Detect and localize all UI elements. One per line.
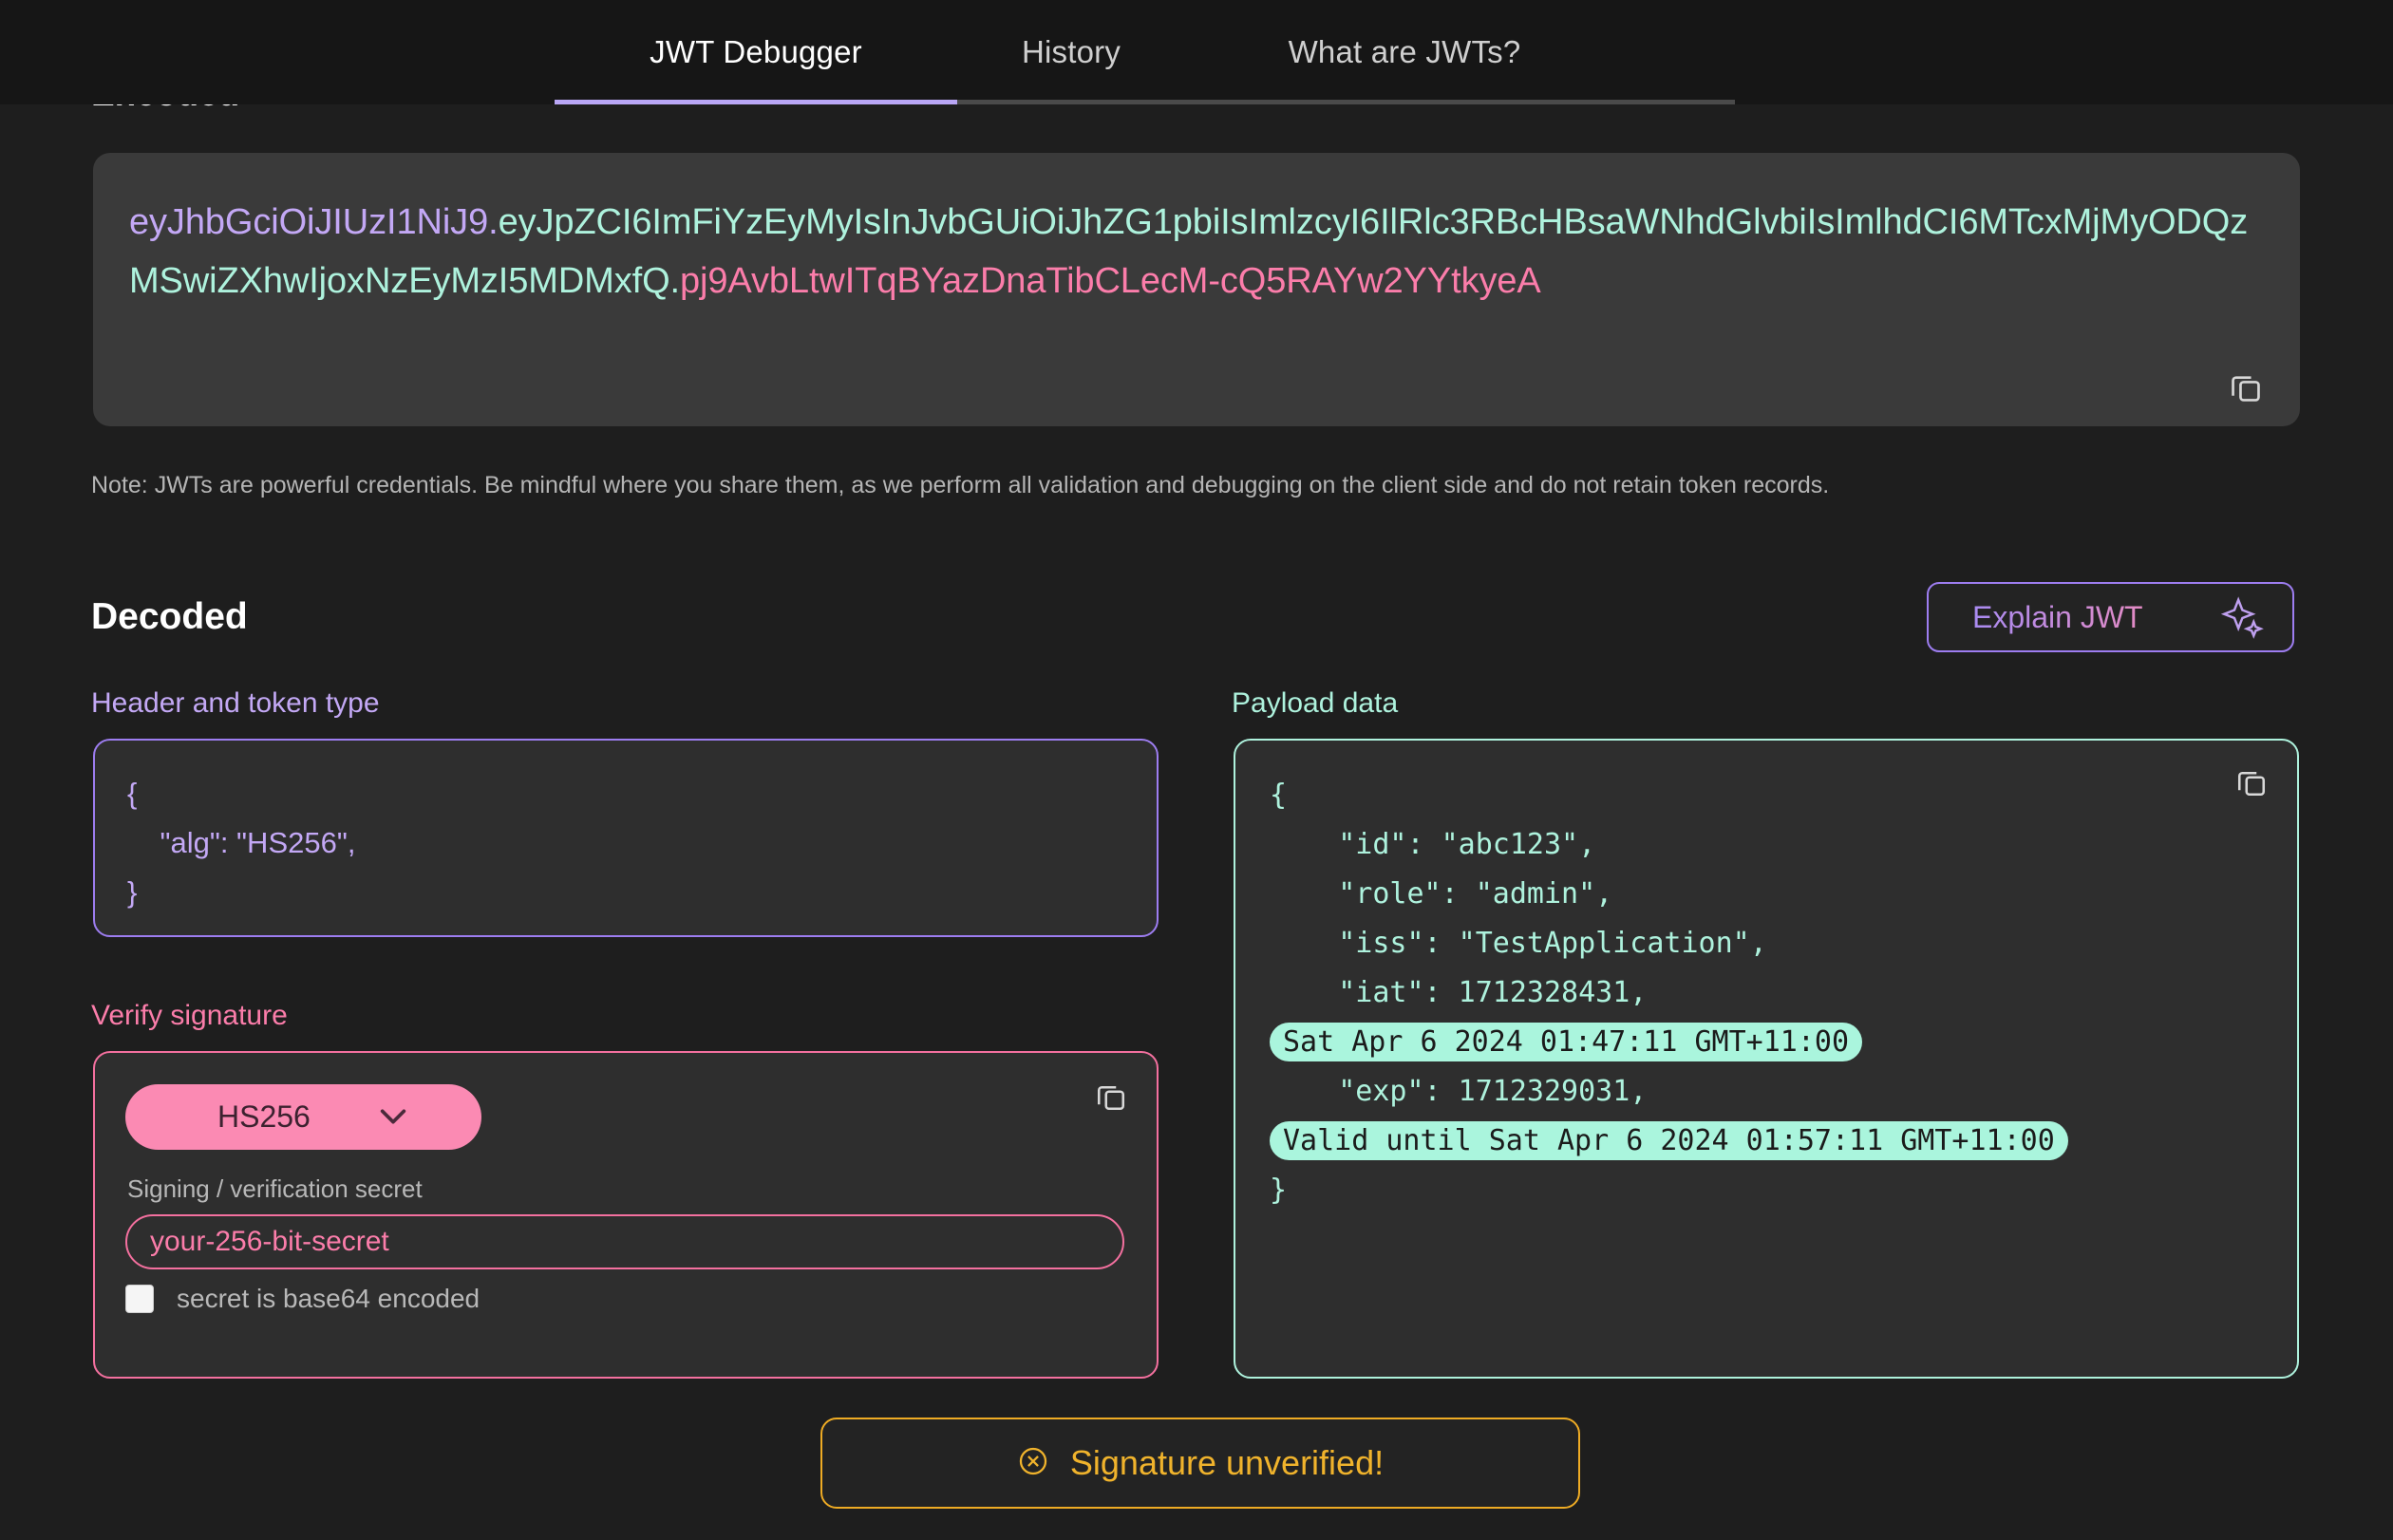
- base64-checkbox-row[interactable]: secret is base64 encoded: [125, 1284, 480, 1314]
- header-panel[interactable]: { "alg": "HS256", }: [93, 739, 1159, 937]
- active-tab-indicator: [555, 100, 957, 104]
- header-panel-label: Header and token type: [91, 687, 380, 719]
- verify-signature-panel: HS256 Signing / verification secret secr…: [93, 1051, 1159, 1379]
- circle-x-icon: [1017, 1445, 1049, 1482]
- secret-field-label: Signing / verification secret: [127, 1174, 423, 1203]
- base64-checkbox[interactable]: [125, 1285, 154, 1313]
- token-header-segment: eyJhbGciOiJIUzI1NiJ9.: [129, 202, 499, 242]
- explain-jwt-button[interactable]: Explain JWT: [1927, 582, 2294, 652]
- nav-underline: [555, 100, 1735, 104]
- payload-line: Valid until Sat Apr 6 2024 01:57:11 GMT+…: [1270, 1117, 2068, 1166]
- sparkle-icon: [2220, 595, 2264, 639]
- payload-line: "iss": "TestApplication",: [1270, 927, 1767, 960]
- timestamp-pill: Sat Apr 6 2024 01:47:11 GMT+11:00: [1270, 1023, 1863, 1061]
- payload-line: "id": "abc123",: [1270, 828, 1596, 861]
- payload-line: "role": "admin",: [1270, 877, 1613, 911]
- tab-what-are-jwts[interactable]: What are JWTs?: [1185, 0, 1624, 104]
- payload-line: {: [1270, 779, 1288, 812]
- encoded-token-box[interactable]: eyJhbGciOiJIUzI1NiJ9.eyJpZCI6ImFiYzEyMyI…: [93, 153, 2300, 426]
- payload-line: }: [1270, 1174, 1288, 1207]
- copy-icon[interactable]: [2228, 369, 2264, 405]
- copy-icon[interactable]: [2234, 765, 2269, 799]
- payload-line: "exp": 1712329031,: [1270, 1075, 1648, 1108]
- tab-jwt-debugger[interactable]: JWT Debugger: [555, 0, 957, 104]
- header-json-code: { "alg": "HS256", }: [127, 777, 356, 909]
- secret-input[interactable]: [125, 1214, 1124, 1269]
- top-navigation: JWT Debugger History What are JWTs?: [0, 0, 2393, 104]
- chevron-down-icon: [377, 1105, 409, 1133]
- nav-tab-list: JWT Debugger History What are JWTs?: [555, 0, 1624, 104]
- tab-history[interactable]: History: [957, 0, 1185, 104]
- payload-json-code: { "id": "abc123", "role": "admin", "iss"…: [1270, 771, 2068, 1215]
- status-text: Signature unverified!: [1069, 1443, 1385, 1482]
- payload-panel[interactable]: { "id": "abc123", "role": "admin", "iss"…: [1234, 739, 2299, 1379]
- payload-panel-label: Payload data: [1232, 687, 1399, 719]
- decoded-heading: Decoded: [91, 596, 248, 637]
- payload-line: "iat": 1712328431,: [1270, 976, 1648, 1009]
- base64-checkbox-label: secret is base64 encoded: [177, 1284, 480, 1313]
- jwt-debugger-page: Encoded JWT Debugger History What are JW…: [0, 0, 2393, 1540]
- timestamp-pill: Valid until Sat Apr 6 2024 01:57:11 GMT+…: [1270, 1121, 2068, 1160]
- explain-jwt-label: Explain JWT: [1972, 599, 2143, 634]
- token-signature-segment: pj9AvbLtwITqBYazDnaTibCLecM-cQ5RAYw2YYtk…: [680, 261, 1541, 301]
- encoded-token-text[interactable]: eyJhbGciOiJIUzI1NiJ9.eyJpZCI6ImFiYzEyMyI…: [129, 193, 2270, 310]
- signature-status-banner: Signature unverified!: [820, 1418, 1580, 1509]
- algorithm-value: HS256: [217, 1099, 311, 1134]
- encoded-note: Note: JWTs are powerful credentials. Be …: [91, 472, 1830, 498]
- algorithm-select[interactable]: HS256: [125, 1084, 481, 1150]
- verify-panel-label: Verify signature: [91, 1000, 288, 1031]
- copy-icon[interactable]: [1094, 1080, 1128, 1114]
- payload-line: Sat Apr 6 2024 01:47:11 GMT+11:00: [1270, 1018, 2068, 1067]
